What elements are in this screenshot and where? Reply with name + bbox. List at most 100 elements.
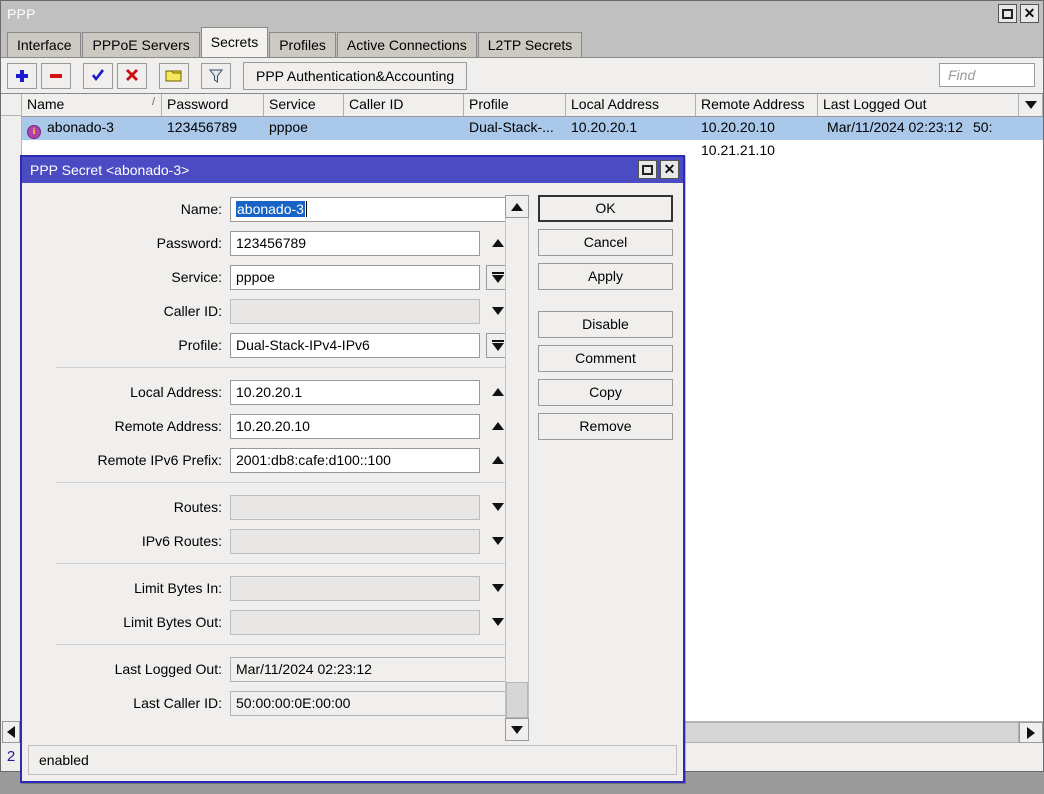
copy-button[interactable]: Copy	[538, 379, 673, 406]
label-password: Password:	[30, 235, 230, 251]
remove-button[interactable]	[41, 63, 71, 89]
input-last-caller-id: 50:00:00:0E:00:00	[230, 691, 507, 716]
dialog-body: Name: abonado-3 Password: 123456789 Serv…	[22, 183, 683, 745]
close-icon: ✕	[1024, 7, 1036, 20]
add-button[interactable]	[7, 63, 37, 89]
info-icon: i	[27, 125, 41, 139]
dialog-title: PPP Secret <abonado-3>	[30, 162, 189, 178]
label-local-address: Local Address:	[30, 384, 230, 400]
input-name[interactable]: abonado-3	[230, 197, 507, 222]
divider	[56, 563, 512, 564]
cell-overflow: 50:	[968, 117, 1043, 140]
gutter-spacer	[1, 116, 21, 721]
ok-button[interactable]: OK	[538, 195, 673, 222]
triangle-down-icon	[492, 307, 504, 315]
scroll-up-button[interactable]	[505, 195, 529, 218]
input-profile[interactable]: Dual-Stack-IPv4-IPv6	[230, 333, 480, 358]
field-row-remote-ipv6-prefix: Remote IPv6 Prefix: 2001:db8:cafe:d100::…	[22, 446, 538, 474]
table-header-row: Name/ Password Service Caller ID Profile…	[22, 94, 1043, 117]
column-header-remote-address[interactable]: Remote Address	[696, 94, 818, 116]
vscroll-track[interactable]	[505, 218, 529, 718]
column-header-last-logged-out[interactable]: Last Logged Out	[818, 94, 1019, 116]
cell-caller-id	[344, 117, 464, 140]
dropdown-bar	[492, 340, 504, 342]
triangle-down-icon	[492, 537, 504, 545]
cell-remote-address: 10.21.21.10	[696, 140, 818, 163]
label-last-logged-out: Last Logged Out:	[30, 661, 230, 677]
cell-last-logged-out	[818, 140, 968, 163]
column-header-name[interactable]: Name/	[22, 94, 162, 116]
field-row-last-logged-out: Last Logged Out: Mar/11/2024 02:23:12	[22, 655, 538, 683]
column-header-service[interactable]: Service	[264, 94, 344, 116]
triangle-down-icon	[492, 503, 504, 511]
input-caller-id[interactable]	[230, 299, 480, 324]
input-ipv6-routes[interactable]	[230, 529, 480, 554]
cell-overflow	[968, 140, 1043, 163]
tab-strip: Interface PPPoE Servers Secrets Profiles…	[1, 27, 1043, 57]
input-routes[interactable]	[230, 495, 480, 520]
comment-button[interactable]: Comment	[538, 345, 673, 372]
label-limit-bytes-in: Limit Bytes In:	[30, 580, 230, 596]
input-password[interactable]: 123456789	[230, 231, 480, 256]
sort-indicator: /	[152, 96, 155, 108]
disable-button[interactable]	[117, 63, 147, 89]
scroll-right-button[interactable]	[1019, 722, 1043, 743]
dialog-window-controls: ✕	[638, 160, 679, 179]
cross-icon	[124, 68, 140, 84]
find-input[interactable]: Find	[939, 63, 1035, 87]
tab-pppoe-servers[interactable]: PPPoE Servers	[82, 32, 199, 57]
label-remote-address: Remote Address:	[30, 418, 230, 434]
remove-button[interactable]: Remove	[538, 413, 673, 440]
field-row-caller-id: Caller ID:	[22, 297, 538, 325]
column-header-password[interactable]: Password	[162, 94, 264, 116]
column-header-caller-id[interactable]: Caller ID	[344, 94, 464, 116]
input-limit-bytes-out[interactable]	[230, 610, 480, 635]
label-limit-bytes-out: Limit Bytes Out:	[30, 614, 230, 630]
tab-active-connections[interactable]: Active Connections	[337, 32, 477, 57]
disable-button[interactable]: Disable	[538, 311, 673, 338]
triangle-down-icon	[492, 584, 504, 592]
dialog-vertical-scrollbar[interactable]	[505, 195, 529, 741]
tab-profiles[interactable]: Profiles	[269, 32, 336, 57]
chevron-down-icon	[1025, 101, 1037, 109]
table-row[interactable]: iabonado-3 123456789 pppoe Dual-Stack-..…	[22, 117, 1043, 140]
ppp-secret-dialog: PPP Secret <abonado-3> ✕ Name: abonado-3…	[20, 155, 685, 783]
dialog-titlebar: PPP Secret <abonado-3> ✕	[22, 157, 683, 183]
plus-icon	[14, 68, 30, 84]
apply-button[interactable]: Apply	[538, 263, 673, 290]
cell-profile: Dual-Stack-...	[464, 117, 566, 140]
input-limit-bytes-in[interactable]	[230, 576, 480, 601]
close-button[interactable]: ✕	[1020, 4, 1039, 23]
enable-button[interactable]	[83, 63, 113, 89]
dialog-close-button[interactable]: ✕	[660, 160, 679, 179]
comment-button[interactable]	[159, 63, 189, 89]
maximize-button[interactable]	[998, 4, 1017, 23]
field-row-remote-address: Remote Address: 10.20.20.10	[22, 412, 538, 440]
note-icon	[165, 68, 183, 84]
row-count-label: 2	[7, 743, 15, 771]
tab-interface[interactable]: Interface	[7, 32, 81, 57]
arrow-down-icon	[511, 726, 523, 734]
column-header-local-address[interactable]: Local Address	[566, 94, 696, 116]
column-header-profile[interactable]: Profile	[464, 94, 566, 116]
input-local-address[interactable]: 10.20.20.1	[230, 380, 480, 405]
scroll-left-button[interactable]	[2, 721, 20, 743]
tab-l2tp-secrets[interactable]: L2TP Secrets	[478, 32, 583, 57]
tab-secrets[interactable]: Secrets	[201, 27, 268, 57]
triangle-up-icon	[492, 422, 504, 430]
arrow-right-icon	[1027, 727, 1035, 739]
input-remote-address[interactable]: 10.20.20.10	[230, 414, 480, 439]
vscroll-thumb[interactable]	[506, 682, 528, 718]
ppp-auth-accounting-button[interactable]: PPP Authentication&Accounting	[243, 62, 467, 90]
field-row-name: Name: abonado-3	[22, 195, 538, 223]
label-remote-ipv6-prefix: Remote IPv6 Prefix:	[30, 452, 230, 468]
input-remote-ipv6-prefix[interactable]: 2001:db8:cafe:d100::100	[230, 448, 480, 473]
scroll-down-button[interactable]	[505, 718, 529, 741]
filter-button[interactable]	[201, 63, 231, 89]
chevron-down-icon	[492, 275, 504, 283]
column-chooser-button[interactable]	[1019, 94, 1043, 116]
input-service[interactable]: pppoe	[230, 265, 480, 290]
cancel-button[interactable]: Cancel	[538, 229, 673, 256]
dialog-maximize-button[interactable]	[638, 160, 657, 179]
restore-icon	[1002, 9, 1013, 19]
